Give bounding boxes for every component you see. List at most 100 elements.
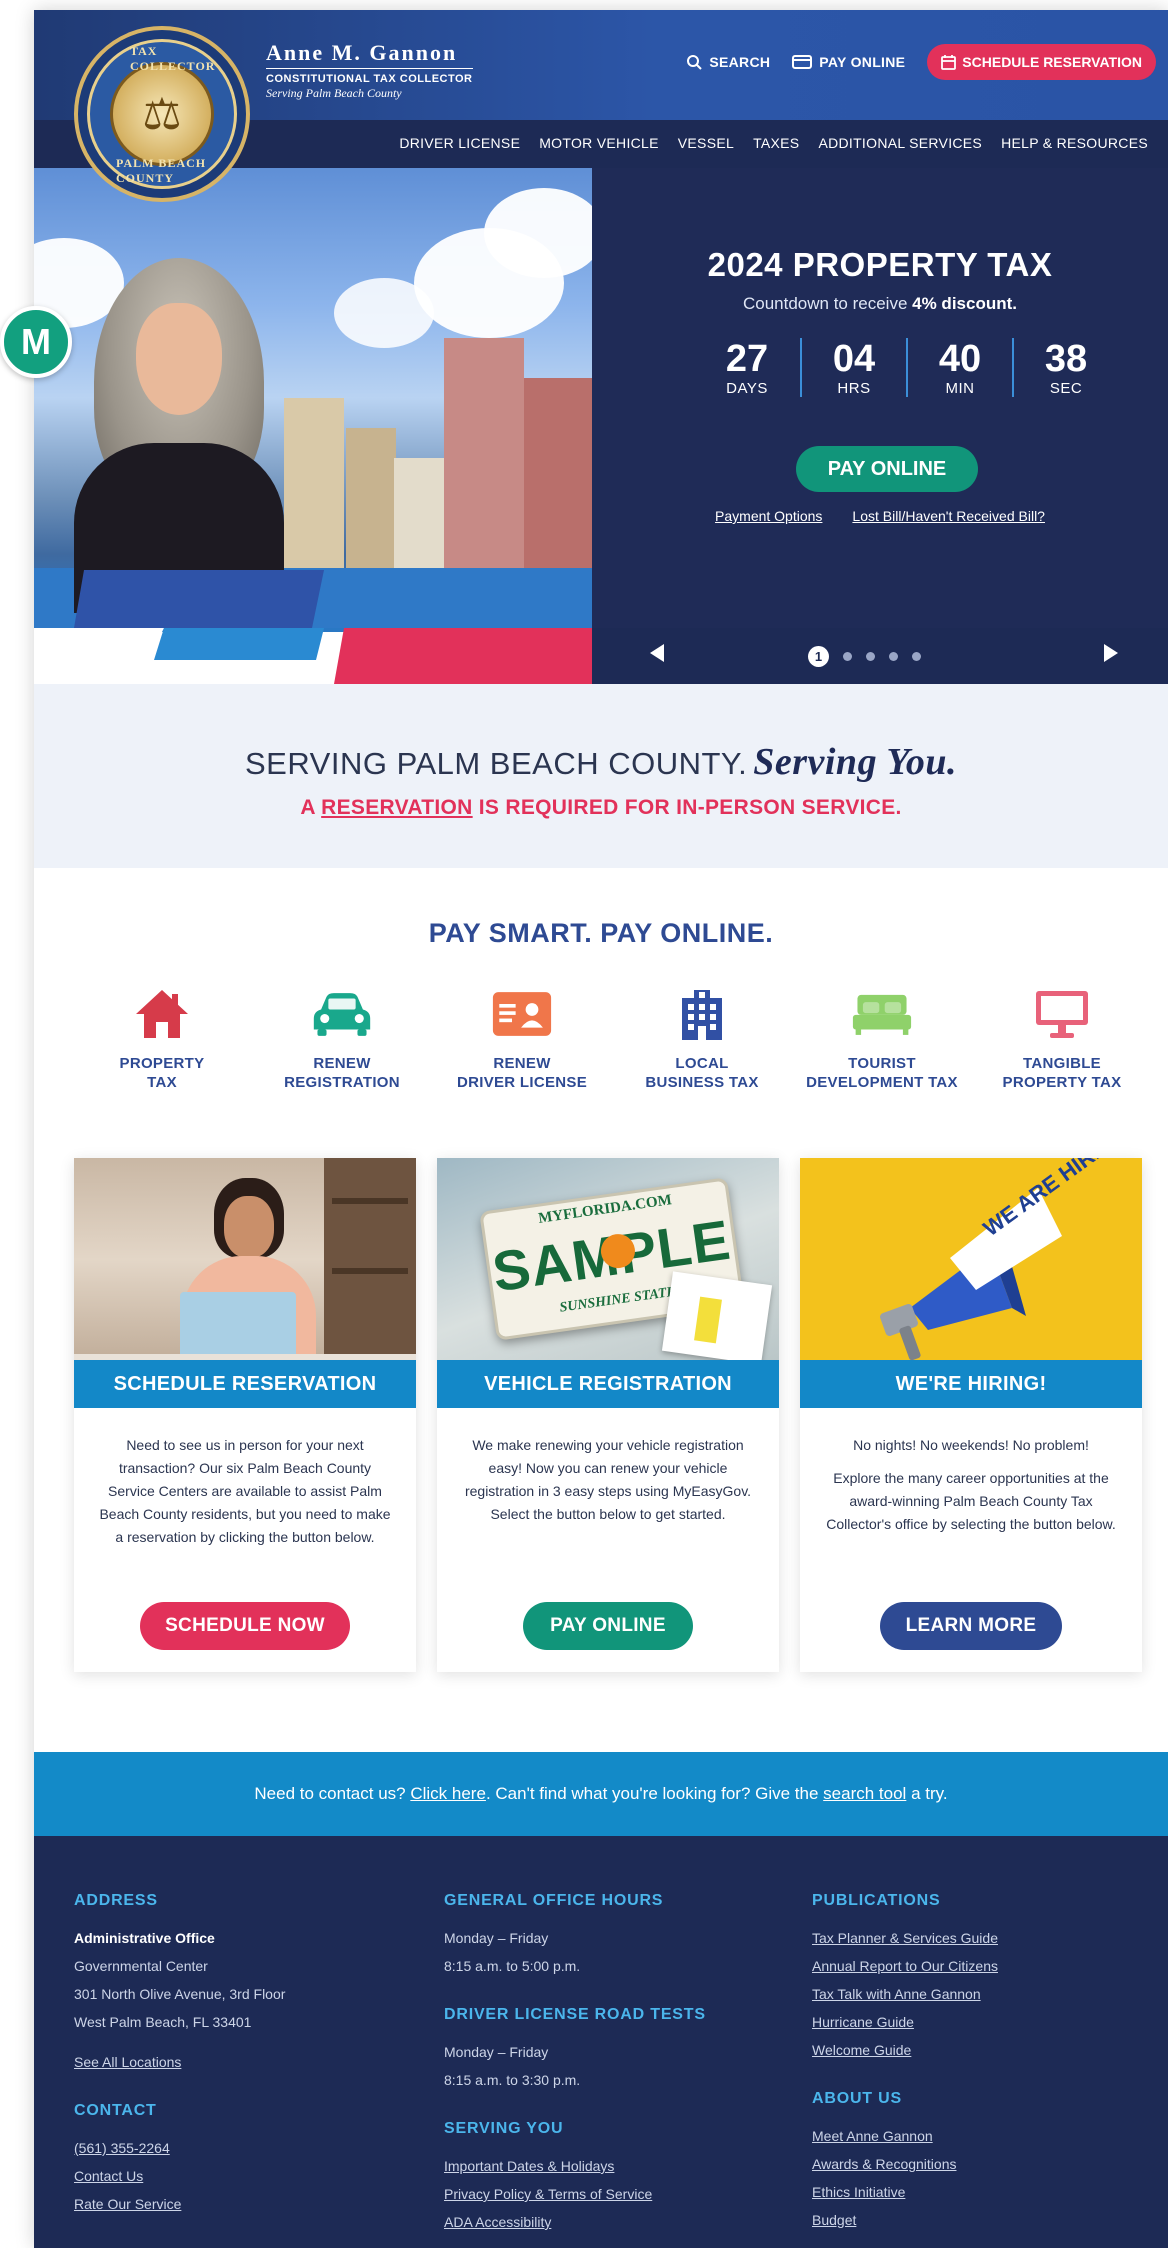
slide-dot[interactable] [912,652,921,661]
hours-line: Monday – Friday [444,2044,549,2060]
card-text: We make renewing your vehicle registrati… [464,1437,752,1522]
contact-banner-text: Need to contact us? [254,1784,411,1803]
address-line: 301 North Olive Avenue, 3rd Floor [74,1986,286,2002]
nav-taxes[interactable]: TAXES [753,135,799,151]
search-icon [687,55,703,70]
lost-bill-link[interactable]: Lost Bill/Haven't Received Bill? [852,508,1045,524]
rate-our-service-link[interactable]: Rate Our Service [74,2190,404,2218]
hero-pay-online-button[interactable]: PAY ONLINE [796,446,978,492]
portrait-photo [74,258,284,613]
countdown-hours: 04 HRS [800,338,906,397]
about-link[interactable]: Budget [812,2206,1142,2234]
footer-heading: CONTACT [74,2102,157,2119]
click-here-link[interactable]: Click here [410,1784,486,1803]
publication-link[interactable]: Hurricane Guide [812,2008,1142,2036]
important-dates-link[interactable]: Important Dates & Holidays [444,2152,774,2180]
footer-col-hours: GENERAL OFFICE HOURS Monday – Friday 8:1… [444,1892,774,2236]
service-tangible-property-tax[interactable]: TANGIBLE PROPERTY TAX [972,986,1152,1092]
slide-dot[interactable] [889,652,898,661]
contact-us-link[interactable]: Contact Us [74,2162,404,2190]
address-line: Governmental Center [74,1958,208,1974]
slide-dots: 1 [808,646,921,667]
serving-banner: SERVING PALM BEACH COUNTY. Serving You. A… [34,684,1168,868]
card-description: We make renewing your vehicle registrati… [459,1434,757,1526]
phone-link[interactable]: (561) 355-2264 [74,2134,404,2162]
service-local-business-tax[interactable]: LOCAL BUSINESS TAX [612,986,792,1092]
schedule-now-button[interactable]: SCHEDULE NOW [140,1602,350,1650]
service-label: PROPERTY [119,1055,205,1072]
countdown-label: DAYS [726,380,768,397]
privacy-policy-link[interactable]: Privacy Policy & Terms of Service [444,2180,774,2208]
license-plate-photo: MYFLORIDA.COM SAMPLE SUNSHINE STATE [437,1158,779,1384]
card-description: Need to see us in person for your next t… [96,1434,394,1549]
publication-link[interactable]: Tax Planner & Services Guide [812,1924,1142,1952]
service-renew-registration[interactable]: RENEW REGISTRATION [252,986,432,1092]
search-link[interactable]: SEARCH [686,54,770,70]
serving-you-script: Serving You. [753,741,958,783]
footer-heading: ABOUT US [812,2090,902,2107]
woman-laptop-photo [74,1158,416,1384]
publication-link[interactable]: Annual Report to Our Citizens [812,1952,1142,1980]
ada-accessibility-link[interactable]: ADA Accessibility [444,2208,774,2236]
hero-accent-shapes [74,570,592,684]
monitor-icon [1032,986,1092,1042]
user-avatar[interactable]: M [0,306,72,378]
utility-nav: SEARCH PAY ONLINE SCHEDULE RESERVATION [686,44,1156,80]
hero-subtitle-bold: 4% discount. [912,294,1017,313]
vehicle-pay-online-button[interactable]: PAY ONLINE [523,1602,693,1650]
payment-options-link[interactable]: Payment Options [715,508,822,524]
search-tool-link[interactable]: search tool [823,1784,906,1803]
credit-card-icon [792,55,813,69]
contact-banner-text: . Can't find what you're looking for? Gi… [485,1784,824,1803]
car-icon [312,986,372,1042]
search-label: SEARCH [709,54,771,70]
service-label: RENEW [313,1055,371,1072]
card-description: No nights! No weekends! No problem! Explo… [822,1434,1120,1536]
next-slide-icon[interactable] [1102,642,1120,664]
nav-help-resources[interactable]: HELP & RESOURCES [1001,135,1148,151]
brand[interactable]: Anne M. Gannon CONSTITUTIONAL TAX COLLEC… [266,40,473,101]
megaphone-icon: WE ARE HIRING [880,1158,1131,1361]
about-link[interactable]: Meet Anne Gannon [812,2122,1142,2150]
previous-slide-icon[interactable] [648,642,666,664]
schedule-reservation-label: SCHEDULE RESERVATION [962,54,1142,70]
see-all-locations-link[interactable]: See All Locations [74,2048,404,2076]
slide-dot[interactable] [866,652,875,661]
hero-title: 2024 PROPERTY TAX [707,246,1053,283]
hiring-card: WE ARE HIRING WE'RE HIRING! No nights! N… [800,1158,1142,1672]
about-link[interactable]: Ethics Initiative [812,2178,1142,2206]
service-label: PROPERTY TAX [1002,1074,1122,1091]
service-property-tax[interactable]: PROPERTY TAX [72,986,252,1092]
countdown-value: 38 [1044,338,1088,380]
countdown-seconds: 38 SEC [1012,338,1118,397]
footer-heading: ADDRESS [74,1892,158,1909]
calendar-icon [941,54,957,70]
tax-collector-seal-logo[interactable]: ⚖ TAX COLLECTOR PALM BEACH COUNTY [74,26,250,202]
learn-more-button[interactable]: LEARN MORE [880,1602,1062,1650]
nav-additional-services[interactable]: ADDITIONAL SERVICES [818,135,982,151]
serving-headline-text: SERVING PALM BEACH COUNTY. [244,746,748,781]
footer-heading: SERVING YOU [444,2120,564,2137]
service-tourist-development-tax[interactable]: TOURIST DEVELOPMENT TAX [792,986,972,1092]
vehicle-registration-card: MYFLORIDA.COM SAMPLE SUNSHINE STATE VEHI… [437,1158,779,1672]
publication-link[interactable]: Welcome Guide [812,2036,1142,2064]
brand-name: Anne M. Gannon [266,40,473,69]
footer-heading: PUBLICATIONS [812,1892,941,1909]
publication-link[interactable]: Tax Talk with Anne Gannon [812,1980,1142,2008]
about-link[interactable]: Awards & Recognitions [812,2150,1142,2178]
reservation-link[interactable]: RESERVATION [321,796,473,819]
building-icon [672,986,732,1042]
nav-vessel[interactable]: VESSEL [678,135,734,151]
service-renew-driver-license[interactable]: RENEW DRIVER LICENSE [432,986,612,1092]
service-label: TANGIBLE [1023,1055,1101,1072]
pay-online-label: PAY ONLINE [819,54,906,70]
nav-motor-vehicle[interactable]: MOTOR VEHICLE [539,135,659,151]
slide-dot[interactable] [843,652,852,661]
schedule-reservation-button[interactable]: SCHEDULE RESERVATION [927,44,1156,80]
main-nav: DRIVER LICENSE MOTOR VEHICLE VESSEL TAXE… [399,135,1148,151]
scales-of-justice-icon: ⚖ [110,62,214,166]
slide-dot-active[interactable]: 1 [808,646,829,667]
nav-driver-license[interactable]: DRIVER LICENSE [399,135,520,151]
service-label: LOCAL [675,1055,729,1072]
pay-online-link[interactable]: PAY ONLINE [792,54,905,70]
